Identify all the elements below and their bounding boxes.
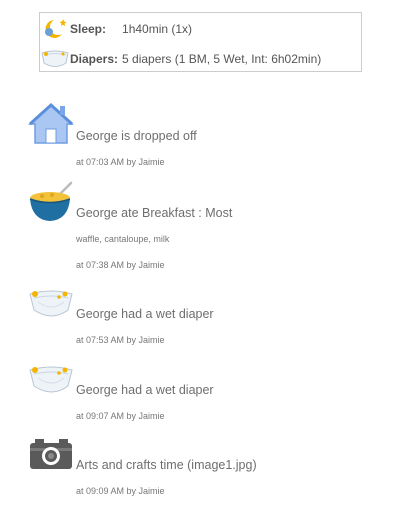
entry-meta: at 09:07 AM by Jaimie [76,411,165,421]
entry-meta: at 09:09 AM by Jaimie [76,486,165,496]
daily-summary: Sleep: 1h40min (1x) Diapers: 5 diapers (… [39,12,362,72]
diapers-value: 5 diapers (1 BM, 5 Wet, Int: 6h02min) [122,52,322,66]
diaper-summary-row: Diapers: 5 diapers (1 BM, 5 Wet, Int: 6h… [40,45,321,73]
camera-icon [28,436,74,480]
diapers-label: Diapers: [70,52,119,66]
sleep-moon-icon [40,17,70,41]
entry-title: George ate Breakfast : Most [76,206,233,220]
diaper-icon [40,47,70,71]
entry-title: George had a wet diaper [76,307,214,321]
sleep-summary-row: Sleep: 1h40min (1x) [40,15,192,43]
entry-meta: at 07:38 AM by Jaimie [76,260,165,270]
entry-meta: at 07:03 AM by Jaimie [76,157,165,167]
entry-detail: waffle, cantaloupe, milk [76,234,170,244]
entry-title: Arts and crafts time (image1.jpg) [76,458,257,472]
diaper-icon [28,364,74,408]
house-icon [28,102,74,146]
entry-title: George had a wet diaper [76,383,214,397]
cereal-bowl-icon [28,180,74,224]
sleep-label: Sleep: [70,22,107,36]
sleep-value: 1h40min (1x) [122,22,193,36]
entry-title: George is dropped off [76,129,197,143]
diaper-icon [28,288,74,332]
entry-meta: at 07:53 AM by Jaimie [76,335,165,345]
